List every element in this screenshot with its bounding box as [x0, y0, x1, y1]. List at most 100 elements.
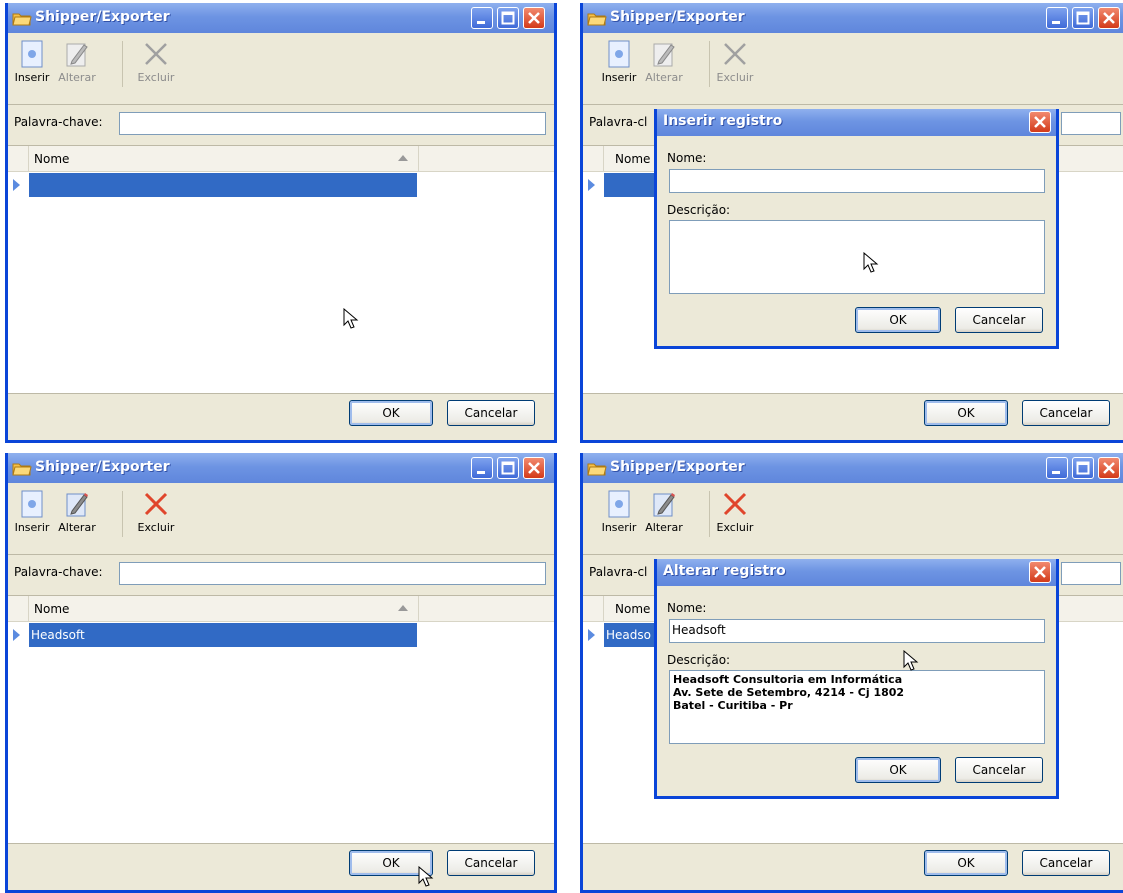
column-border: [418, 596, 419, 621]
close-button[interactable]: [523, 457, 545, 479]
cancel-button[interactable]: Cancelar: [1022, 850, 1110, 876]
toolbar-separator: [122, 41, 123, 87]
dialog-ok-button[interactable]: OK: [855, 757, 941, 783]
column-header-name[interactable]: Nome: [615, 152, 650, 166]
row-indicator-icon: [13, 179, 20, 191]
keyword-label-clipped: Palavra-cl: [589, 565, 648, 579]
header-indicator-cell: [583, 146, 604, 171]
window-title: Shipper/Exporter: [35, 9, 170, 25]
toolbar: Inserir Alterar Excluir: [8, 483, 554, 555]
alter-button[interactable]: Alterar: [56, 489, 98, 534]
alter-label: Alterar: [58, 71, 96, 84]
close-button[interactable]: [1098, 7, 1120, 29]
new-record-icon: [21, 40, 43, 68]
delete-label: Excluir: [716, 71, 754, 84]
alter-button[interactable]: Alterar: [56, 39, 98, 84]
table-row[interactable]: [29, 173, 417, 197]
keyword-label-clipped: Palavra-cl: [589, 115, 648, 129]
maximize-button[interactable]: [1072, 457, 1094, 479]
delete-icon: [145, 43, 167, 65]
close-icon: [1103, 12, 1115, 24]
window-title: Shipper/Exporter: [610, 459, 745, 475]
maximize-button[interactable]: [1072, 7, 1094, 29]
close-button[interactable]: [523, 7, 545, 29]
dialog-cancel-button[interactable]: Cancelar: [955, 757, 1043, 783]
close-icon: [528, 12, 540, 24]
close-icon: [1034, 116, 1046, 128]
header-indicator-cell: [8, 146, 29, 171]
minimize-button[interactable]: [471, 7, 493, 29]
records-grid[interactable]: Nome Headsoft: [8, 595, 554, 844]
ok-button[interactable]: OK: [924, 400, 1008, 426]
keyword-input[interactable]: [1061, 112, 1121, 135]
delete-label: Excluir: [716, 521, 754, 534]
mouse-cursor: [903, 650, 919, 671]
maximize-button[interactable]: [497, 7, 519, 29]
column-header-name[interactable]: Nome: [34, 602, 69, 616]
alter-label: Alterar: [645, 521, 683, 534]
close-button[interactable]: [1098, 457, 1120, 479]
mouse-cursor: [863, 252, 879, 273]
column-header-name[interactable]: Nome: [34, 152, 69, 166]
title-bar[interactable]: Shipper/Exporter: [583, 3, 1123, 33]
keyword-input[interactable]: [1061, 562, 1121, 585]
divider: [8, 104, 554, 105]
description-field[interactable]: [669, 220, 1045, 294]
dialog-title-bar[interactable]: Inserir registro: [657, 109, 1056, 136]
insert-button[interactable]: Inserir: [14, 39, 50, 84]
maximize-icon: [1076, 461, 1090, 475]
title-bar[interactable]: Shipper/Exporter: [583, 453, 1123, 483]
dialog-title-bar[interactable]: Alterar registro: [657, 559, 1056, 586]
divider: [8, 843, 554, 844]
insert-label: Inserir: [601, 71, 637, 84]
insert-button[interactable]: Inserir: [14, 489, 50, 534]
name-field[interactable]: Headsoft: [669, 619, 1045, 643]
row-indicator-icon: [588, 629, 595, 641]
minimize-button[interactable]: [471, 457, 493, 479]
cancel-button[interactable]: Cancelar: [447, 400, 535, 426]
delete-button[interactable]: Excluir: [715, 489, 755, 534]
column-header-name[interactable]: Nome: [615, 602, 650, 616]
alter-button[interactable]: Alterar: [643, 39, 685, 84]
minimize-button[interactable]: [1046, 457, 1068, 479]
cancel-button[interactable]: Cancelar: [1022, 400, 1110, 426]
delete-button[interactable]: Excluir: [136, 39, 176, 84]
delete-button[interactable]: Excluir: [136, 489, 176, 534]
row-indicator-icon: [13, 629, 20, 641]
keyword-input[interactable]: [119, 112, 546, 135]
table-row[interactable]: Headsoft: [29, 623, 417, 647]
shipper-window-3: Shipper/Exporter Inserir Alterar Excluir…: [5, 453, 557, 893]
edit-icon: [653, 43, 675, 67]
divider: [8, 554, 554, 555]
dialog-close-button[interactable]: [1029, 561, 1051, 583]
delete-button[interactable]: Excluir: [715, 39, 755, 84]
keyword-input[interactable]: [119, 562, 546, 585]
records-grid[interactable]: Nome: [8, 145, 554, 394]
keyword-label: Palavra-chave:: [14, 115, 103, 129]
insert-button[interactable]: Inserir: [601, 39, 637, 84]
divider: [583, 554, 1123, 555]
edit-icon: [66, 493, 88, 517]
minimize-button[interactable]: [1046, 7, 1068, 29]
toolbar: Inserir Alterar Excluir: [8, 33, 554, 105]
title-bar[interactable]: Shipper/Exporter: [8, 453, 554, 483]
title-bar[interactable]: Shipper/Exporter: [8, 3, 554, 33]
insert-button[interactable]: Inserir: [601, 489, 637, 534]
mouse-cursor: [343, 308, 359, 329]
toolbar-separator: [709, 41, 710, 87]
new-record-icon: [21, 490, 43, 518]
dialog-cancel-button[interactable]: Cancelar: [955, 307, 1043, 333]
dialog-close-button[interactable]: [1029, 111, 1051, 133]
ok-button[interactable]: OK: [349, 400, 433, 426]
grid-header: Nome: [8, 146, 554, 172]
description-label: Descrição:: [667, 653, 731, 667]
maximize-button[interactable]: [497, 457, 519, 479]
dialog-ok-button[interactable]: OK: [855, 307, 941, 333]
name-field[interactable]: [669, 169, 1045, 193]
ok-button[interactable]: OK: [924, 850, 1008, 876]
insert-label: Inserir: [601, 521, 637, 534]
cancel-button[interactable]: Cancelar: [447, 850, 535, 876]
alter-button[interactable]: Alterar: [643, 489, 685, 534]
description-field[interactable]: Headsoft Consultoria em Informática Av. …: [669, 670, 1045, 744]
name-label: Nome:: [667, 151, 707, 165]
